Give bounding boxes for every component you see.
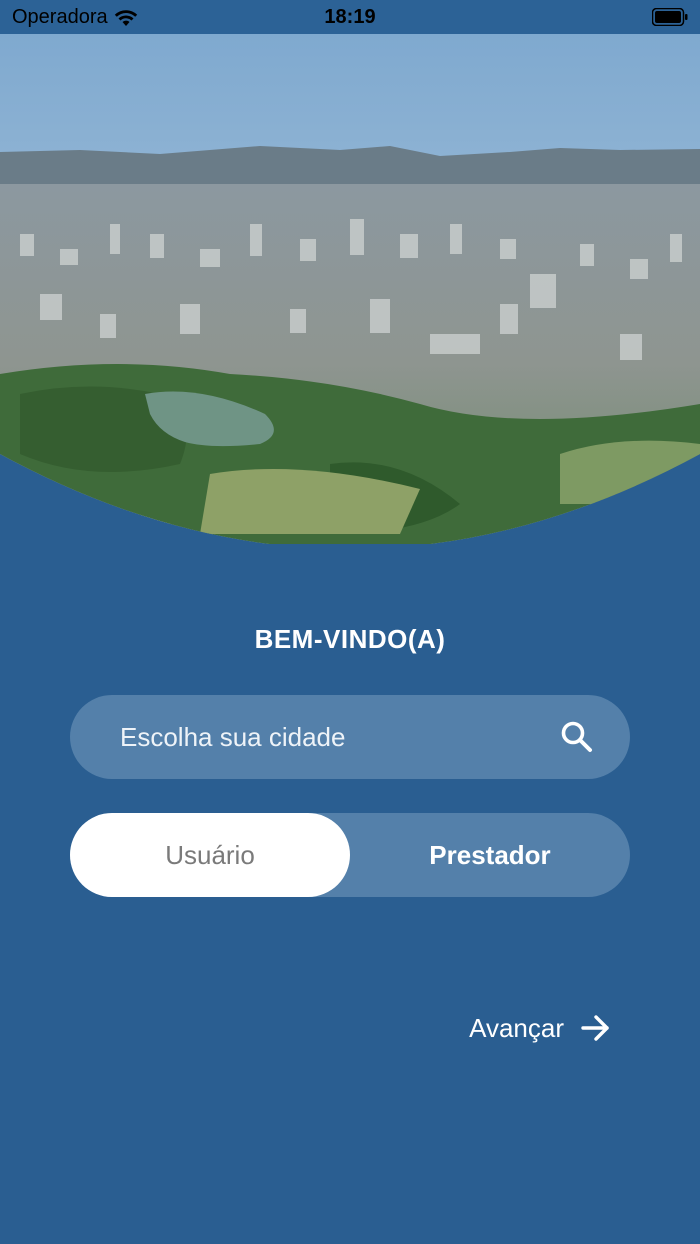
user-type-toggle: Usuário Prestador [70, 813, 630, 897]
search-icon[interactable] [560, 720, 594, 754]
welcome-title: BEM-VINDO(A) [254, 624, 446, 654]
city-search-placeholder[interactable]: Escolha sua cidade [120, 722, 560, 753]
battery-icon [652, 8, 688, 26]
city-search-field[interactable]: Escolha sua cidade [70, 695, 630, 779]
hero-illustration [0, 34, 700, 544]
status-bar: Operadora 18:19 [0, 0, 700, 34]
advance-label: Avançar [469, 1012, 564, 1043]
arrow-right-icon [581, 1015, 609, 1041]
welcome-screen: Operadora 18:19 BEM-VINDO(A) Escolha sua… [0, 0, 700, 1244]
status-time: 18:19 [324, 6, 376, 28]
advance-button[interactable]: Avançar [469, 1012, 612, 1044]
hero-city-image [0, 34, 700, 544]
toggle-option-prestador[interactable]: Prestador [350, 813, 630, 897]
toggle-option-usuario[interactable]: Usuário [70, 813, 350, 897]
